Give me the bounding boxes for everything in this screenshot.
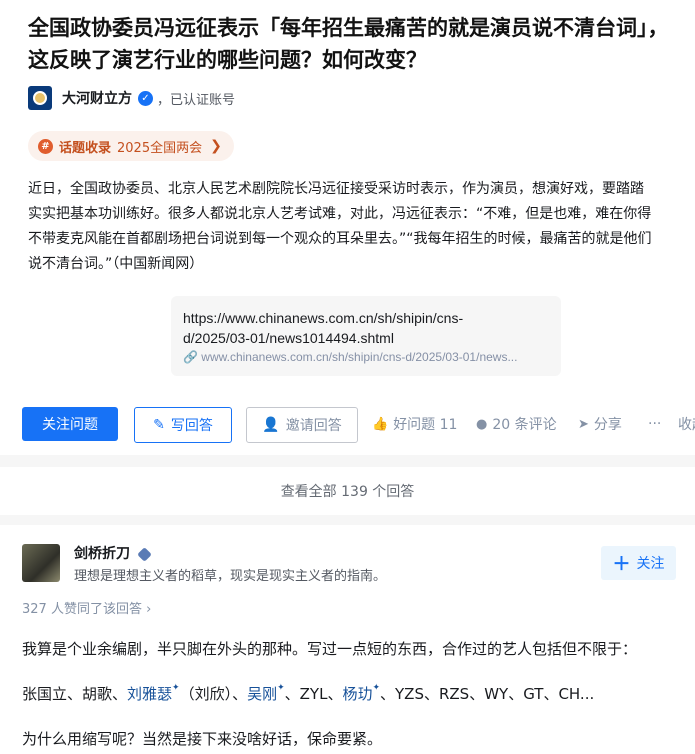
chevron-right-icon: › <box>146 602 152 617</box>
more-icon: ··· <box>648 416 662 432</box>
avatar[interactable] <box>22 544 60 582</box>
topic-label: 话题收录 <box>59 140 112 156</box>
comments-button[interactable]: ● 20 条评论 <box>476 407 557 441</box>
invite-answer-button[interactable]: 👤 邀请回答 <box>246 407 358 443</box>
vote-count[interactable]: 327 人赞同了该回答 › <box>22 598 151 617</box>
text-segment: 张国立、胡歌、 <box>22 685 128 703</box>
share-button[interactable]: ➤ 分享 <box>578 407 622 441</box>
collapse-button[interactable]: 收起 <box>678 407 695 441</box>
question-title: 全国政协委员冯远征表示「每年招生最痛苦的就是演员说不清台词」，这反映了演艺行业的… <box>28 16 669 72</box>
follow-author-button[interactable]: ＋ 关注 <box>601 546 676 580</box>
link-url[interactable]: 🔗 www.chinanews.com.cn/sh/shipin/cns-d/2… <box>183 350 517 364</box>
desc-line: 不带麦克风能在首都剧场把台词说到每一个观众的耳朵里去。”“我每年招生的时候，最痛… <box>28 231 652 247</box>
comment-icon: ● <box>476 416 488 432</box>
good-question-label: 好问题 11 <box>393 417 458 433</box>
thumbs-up-icon: 👍 <box>372 416 389 432</box>
badge-icon <box>137 546 152 562</box>
vote-count-text: 327 人赞同了该回答 <box>22 602 142 617</box>
sparkle-icon: ✦ <box>172 683 180 693</box>
text-segment: 、YZS、RZS、WY、GT、CH... <box>380 685 595 703</box>
more-button[interactable]: ··· <box>648 407 661 441</box>
sparkle-icon: ✦ <box>372 683 381 693</box>
good-question-button[interactable]: 👍 好问题 11 <box>372 407 457 441</box>
person-link[interactable]: 刘雅瑟 <box>127 685 172 703</box>
collapse-label: 收起 <box>678 417 695 433</box>
topic-tag[interactable]: # 话题收录 2025全国两会 ❯ <box>28 131 234 161</box>
desc-line: 实实把基本功训练好。很多人都说北京人艺考试难，对此，冯远征表示：“不难，但是也难… <box>28 206 652 222</box>
question-author[interactable]: 大河财立方 ✓ ，已认证账号 <box>28 84 235 112</box>
sparkle-icon: ✦ <box>277 683 285 693</box>
hashtag-icon: # <box>38 138 53 154</box>
write-answer-button[interactable]: ✎ 写回答 <box>134 407 232 443</box>
answer-author[interactable]: 剑桥折刀 <box>74 543 152 563</box>
verified-label: ，已认证账号 <box>157 92 236 108</box>
link-url-text: www.chinanews.com.cn/sh/shipin/cns-d/202… <box>201 350 518 364</box>
author-logo[interactable] <box>28 86 52 110</box>
pencil-icon: ✎ <box>153 417 165 433</box>
person-link[interactable]: 杨玏 <box>342 685 372 703</box>
share-icon: ➤ <box>578 416 589 432</box>
comments-label: 20 条评论 <box>492 417 557 433</box>
link-icon: 🔗 <box>183 350 198 364</box>
plus-icon: ＋ <box>612 554 631 575</box>
answer-author-bio: 理想是理想主义者的稻草，现实是现实主义者的指南。 <box>74 569 387 584</box>
desc-line: 近日，全国政协委员、北京人民艺术剧院院长冯远征接受采访时表示，作为演员，想演好戏… <box>28 181 644 197</box>
person-link[interactable]: 吴刚 <box>247 685 277 703</box>
follow-question-button[interactable]: 关注问题 <box>22 407 118 441</box>
write-answer-label: 写回答 <box>170 418 213 434</box>
link-title[interactable]: https://www.chinanews.com.cn/sh/shipin/c… <box>183 308 523 348</box>
view-all-answers[interactable]: 查看全部 139 个回答 <box>0 467 695 515</box>
question-actions: 关注问题 ✎ 写回答 👤 邀请回答 👍 好问题 11 ● 20 条评论 ➤ 分享… <box>22 407 695 443</box>
text-segment: （刘欣）、 <box>179 685 248 703</box>
answer-paragraph: 为什么用缩写呢？当然是接下来没啥好话，保命要紧。 <box>22 730 383 748</box>
desc-line: 说不清台词。”（中国新闻网） <box>28 256 204 272</box>
add-user-icon: 👤 <box>262 417 280 433</box>
question-card: 全国政协委员冯远征表示「每年招生最痛苦的就是演员说不清台词」，这反映了演艺行业的… <box>0 0 695 455</box>
answer-paragraph: 张国立、胡歌、刘雅瑟✦（刘欣）、吴刚✦、ZYL、杨玏✦、YZS、RZS、WY、G… <box>22 683 594 704</box>
answer-author-name[interactable]: 剑桥折刀 <box>74 546 130 562</box>
invite-answer-label: 邀请回答 <box>285 418 342 434</box>
share-label: 分享 <box>593 417 622 433</box>
verified-check-icon: ✓ <box>138 90 153 106</box>
topic-name: 2025全国两会 <box>117 140 203 156</box>
text-segment: 、ZYL、 <box>284 685 343 703</box>
follow-author-label: 关注 <box>636 556 665 572</box>
link-card[interactable]: https://www.chinanews.com.cn/sh/shipin/c… <box>171 296 561 376</box>
answer-paragraph: 我算是个业余编剧，半只脚在外头的那种。写过一点短的东西，合作过的艺人包括但不限于… <box>22 640 638 658</box>
question-description: 近日，全国政协委员、北京人民艺术剧院院长冯远征接受采访时表示，作为演员，想演好戏… <box>28 177 695 277</box>
author-name[interactable]: 大河财立方 <box>62 88 132 108</box>
answer-card: 剑桥折刀 理想是理想主义者的稻草，现实是现实主义者的指南。 ＋ 关注 327 人… <box>0 525 695 754</box>
chevron-right-icon: ❯ <box>210 138 222 154</box>
